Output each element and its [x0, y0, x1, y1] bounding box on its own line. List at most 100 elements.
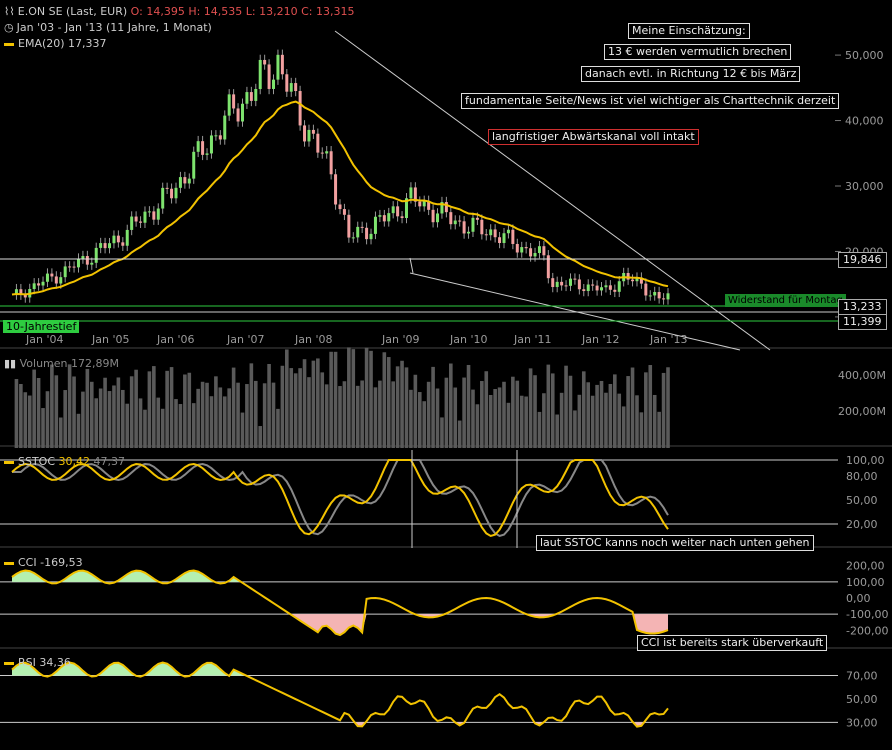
osc-fill-oversold [12, 722, 668, 727]
volume-bar [564, 365, 568, 448]
volume-bar [453, 387, 458, 448]
candle-body [458, 220, 462, 222]
candle-body [298, 91, 302, 126]
volume-bar [515, 380, 520, 448]
candle-body [37, 283, 41, 286]
candle-body [41, 281, 45, 286]
rsi-swatch-icon [4, 661, 14, 665]
price-tag-13233: 13,233 [838, 299, 887, 315]
candle-body [192, 151, 196, 179]
volume-bar [218, 387, 223, 448]
candle-body [68, 266, 72, 268]
candle-body [289, 83, 293, 92]
candle-body [183, 177, 187, 184]
volume-bar [307, 377, 311, 448]
candle-body [32, 283, 36, 290]
volume-bar [635, 395, 639, 448]
osc-tick-label: 100,00 [846, 454, 885, 467]
osc-fill-oversold [12, 614, 668, 636]
volume-bar [200, 381, 205, 448]
candle-body [498, 237, 502, 243]
candle-body [280, 54, 284, 75]
candle-body [617, 281, 621, 292]
candle-body [342, 209, 346, 215]
candle-body [351, 237, 355, 239]
volume-bar [435, 388, 440, 448]
ema-swatch-icon [4, 42, 14, 46]
candle-body [112, 235, 116, 244]
volume-bar [369, 350, 373, 448]
volume-bar [289, 368, 294, 448]
candle-body [409, 187, 413, 199]
candle-body [595, 285, 599, 291]
ohlc-close: C: 13,315 [301, 5, 355, 18]
x-tick-label: Jan '07 [226, 333, 264, 346]
candle-body [462, 221, 466, 234]
candle-body [453, 220, 457, 225]
candle-body [267, 64, 271, 89]
volume-bar [249, 363, 254, 448]
volume-bar [378, 380, 382, 448]
volume-bar [134, 369, 138, 448]
volume-bar [400, 360, 404, 448]
volume-bar [573, 410, 577, 448]
cci-panel: 200,00 100,00 0,00 -100,00 -200,00 [0, 560, 888, 637]
candle-body [90, 262, 94, 265]
volume-bar [422, 401, 427, 448]
candle-body [644, 283, 648, 296]
candle-body [59, 277, 63, 284]
candle-body [209, 135, 213, 154]
candle-body [515, 243, 519, 253]
cci-swatch-icon [4, 561, 14, 565]
candle-body [586, 284, 590, 292]
candle-body [94, 247, 98, 263]
volume-bar [27, 395, 32, 448]
candle-body [165, 187, 169, 189]
candle-body [662, 298, 666, 300]
candle-body [178, 177, 182, 188]
volume-bar [160, 408, 165, 448]
volume-bar [236, 382, 240, 448]
ema-value: 17,337 [68, 37, 107, 50]
volume-bar [488, 395, 493, 448]
note-einschaetzung: Meine Einschätzung: [628, 23, 750, 39]
chart-type-icon[interactable]: ⌇⌇ [4, 5, 15, 18]
candle-body [249, 92, 253, 101]
candle-body [444, 202, 448, 213]
y-tick-label: 50,000 [845, 49, 884, 62]
candle-body [214, 135, 218, 137]
volume-bar [577, 394, 582, 448]
jahrestief-label: 10-Jahrestief [3, 320, 80, 333]
volume-bar [493, 389, 497, 448]
ema-label: EMA(20) [18, 37, 65, 50]
volume-bar [391, 381, 395, 448]
candle-body [604, 285, 608, 288]
clock-icon[interactable]: ◷ [4, 21, 14, 34]
candle-body [582, 289, 586, 292]
price-tag-19846: 19,846 [838, 252, 887, 268]
volume-bar [449, 363, 453, 448]
candle-body [174, 187, 178, 199]
candle-body [54, 276, 58, 284]
volume-bar [666, 367, 670, 448]
candle-body [320, 152, 324, 154]
volume-bar [196, 388, 200, 448]
volume-bar [169, 367, 174, 448]
volume-bar [81, 391, 85, 448]
candle-body [187, 178, 191, 184]
candle-body [99, 243, 103, 248]
candle-body [45, 273, 49, 282]
candle-body [502, 233, 506, 243]
sstoc-value1: 30,42 [58, 455, 91, 468]
cci-header: CCI -169,53 [4, 556, 83, 569]
volume-bar [50, 364, 54, 448]
volume-bar [652, 394, 657, 448]
volume-bar [302, 359, 307, 448]
candle-body [170, 188, 174, 199]
volume-bar [293, 373, 298, 448]
osc-tick-label: 100,00 [846, 576, 885, 589]
candle-body [431, 209, 435, 223]
volume-bar [165, 370, 169, 448]
volume-bar [125, 403, 130, 448]
volume-bar [85, 368, 90, 448]
